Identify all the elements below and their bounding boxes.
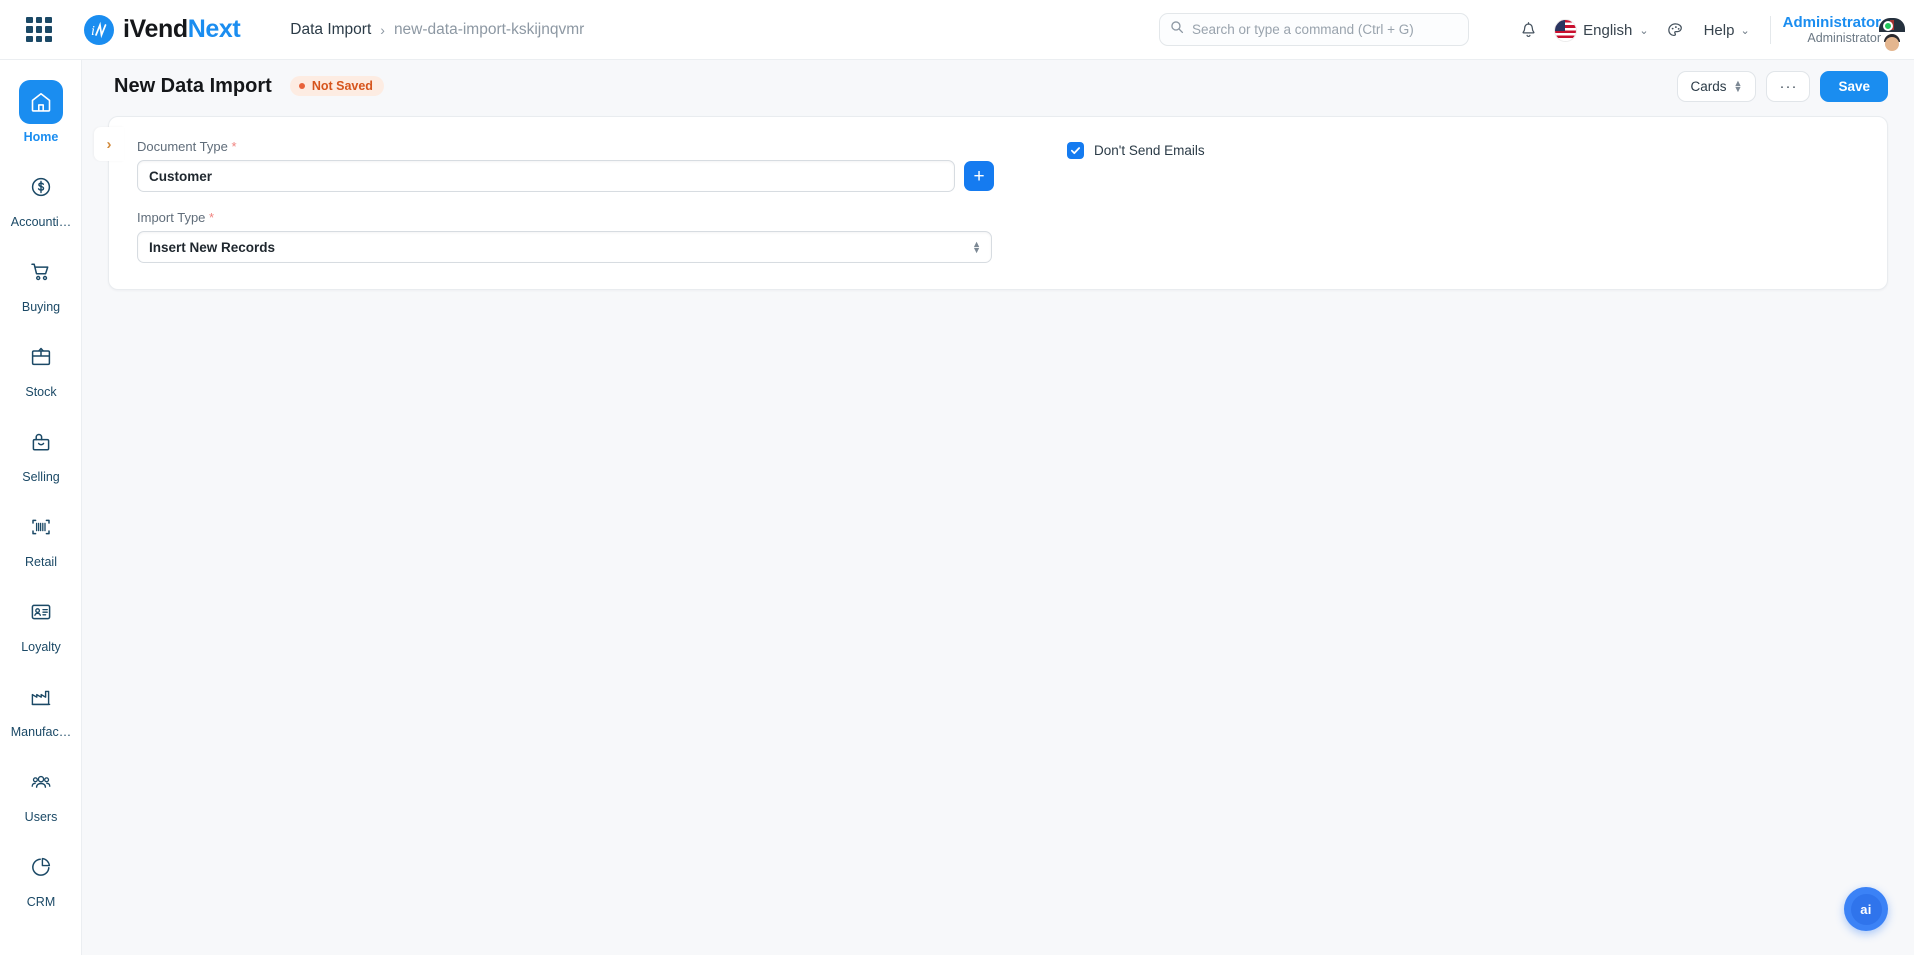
import-type-select-wrap: ▲▼ (137, 231, 992, 263)
status-badge (1883, 21, 1893, 31)
chevron-down-icon: ⌄ (1639, 24, 1649, 37)
navbar-right-group: English ⌄ Help ⌄ Administrator Administr… (1508, 0, 1914, 60)
user-names: Administrator Administrator (1783, 14, 1881, 46)
import-type-label: Import Type * (137, 210, 1025, 225)
field-import-type: Import Type * ▲▼ (137, 210, 1025, 263)
factory-icon (19, 675, 63, 719)
top-navbar: i iVendNext Data Import › new-data-impor… (0, 0, 1914, 60)
sidebar-item-label: Loyalty (21, 640, 61, 654)
required-asterisk: * (209, 210, 215, 225)
sidebar-item-buying[interactable]: Buying (0, 242, 81, 327)
brand-text-part1: iVend (123, 15, 188, 43)
brand-logo[interactable]: i iVendNext (84, 14, 241, 45)
users-icon (19, 760, 63, 804)
user-name: Administrator (1782, 13, 1881, 31)
add-document-type-button[interactable]: + (964, 161, 994, 191)
brand-text-part2: Next (187, 15, 241, 43)
sidebar-item-manufacturing[interactable]: Manufac… (0, 667, 81, 752)
dollar-circle-icon (19, 165, 63, 209)
language-label: English (1583, 21, 1633, 39)
save-button[interactable]: Save (1820, 70, 1888, 102)
sidebar-item-home[interactable]: Home (0, 72, 81, 157)
search-input[interactable] (1192, 22, 1458, 37)
view-mode-label: Cards (1690, 78, 1727, 94)
sidebar-item-label: Manufac… (10, 725, 72, 739)
us-flag-icon (1555, 19, 1577, 41)
sidebar-item-users[interactable]: Users (0, 752, 81, 837)
id-card-icon (19, 590, 63, 634)
sidebar: Home Accounti… Buying Stock Selling Reta… (0, 60, 82, 955)
document-type-label-text: Document Type (137, 139, 228, 154)
form-column-right: Don't Send Emails (1025, 139, 1205, 263)
chevron-down-icon: ⌄ (1740, 24, 1750, 37)
sidebar-item-stock[interactable]: Stock (0, 327, 81, 412)
help-menu[interactable]: Help ⌄ (1696, 22, 1758, 39)
breadcrumb-leaf[interactable]: new-data-import-kskijnqvmr (394, 21, 584, 39)
dont-send-emails-checkbox-row[interactable]: Don't Send Emails (1067, 142, 1205, 159)
user-role: Administrator (1807, 31, 1881, 46)
sidebar-item-retail[interactable]: Retail (0, 497, 81, 582)
notification-bell-icon[interactable] (1508, 21, 1549, 40)
brand-text: iVendNext (123, 15, 241, 44)
collapse-section-chevron-icon[interactable]: › (94, 127, 124, 161)
breadcrumb-separator-icon: › (380, 21, 385, 38)
more-menu-button[interactable]: ··· (1766, 70, 1811, 102)
document-type-input[interactable] (137, 160, 955, 192)
dont-send-emails-label: Don't Send Emails (1094, 143, 1205, 158)
field-document-type: Document Type * + (137, 139, 1025, 192)
status-badge-label: Not Saved (311, 79, 373, 93)
sidebar-item-loyalty[interactable]: Loyalty (0, 582, 81, 667)
sidebar-item-crm[interactable]: CRM (0, 837, 81, 922)
sidebar-item-accounting[interactable]: Accounti… (0, 157, 81, 242)
ai-assistant-label: ai (1850, 893, 1882, 925)
page-header: New Data Import Not Saved Cards ▲ ▼ ··· S… (82, 60, 1914, 112)
barcode-icon (19, 505, 63, 549)
document-type-label: Document Type * (137, 139, 1025, 154)
form-column-left: Document Type * + Import Type * ▲▼ (135, 139, 1025, 263)
sidebar-item-label: Home (23, 130, 59, 144)
global-search[interactable] (1159, 13, 1469, 46)
page-actions: Cards ▲ ▼ ··· Save (1676, 70, 1888, 102)
help-label: Help (1703, 21, 1735, 39)
document-type-row: + (137, 160, 1025, 192)
required-asterisk: * (231, 139, 237, 154)
sidebar-item-label: Users (24, 810, 58, 824)
status-dot-icon (298, 83, 305, 89)
page-content: New Data Import Not Saved Cards ▲ ▼ ··· S… (82, 60, 1914, 955)
apps-grid-icon[interactable] (26, 16, 52, 43)
user-menu[interactable]: Administrator Administrator (1783, 14, 1905, 51)
sidebar-item-label: Stock (25, 385, 57, 399)
sidebar-item-selling[interactable]: Selling (0, 412, 81, 497)
sidebar-item-label: CRM (26, 895, 56, 909)
import-type-label-text: Import Type (137, 210, 206, 225)
breadcrumb-root[interactable]: Data Import (290, 21, 371, 39)
sidebar-item-label: Accounti… (10, 215, 72, 229)
ai-assistant-button[interactable]: ai (1844, 887, 1888, 931)
status-badge-not-saved: Not Saved (289, 76, 384, 96)
sidebar-item-label: Retail (25, 555, 57, 569)
home-icon (19, 80, 63, 124)
palette-icon[interactable] (1655, 21, 1696, 40)
box-icon (19, 335, 63, 379)
view-mode-button[interactable]: Cards ▲ ▼ (1676, 70, 1757, 102)
pie-chart-icon (19, 845, 63, 889)
language-selector[interactable]: English ⌄ (1549, 19, 1654, 41)
navbar-divider (1769, 16, 1771, 44)
shopping-bag-icon (19, 420, 63, 464)
import-type-select[interactable] (137, 231, 992, 263)
shopping-cart-icon (19, 250, 63, 294)
checkbox-checked-icon[interactable] (1067, 142, 1084, 159)
breadcrumb: Data Import › new-data-import-kskijnqvmr (290, 21, 584, 39)
search-icon (1170, 20, 1184, 39)
sidebar-item-label: Buying (21, 300, 61, 314)
stepper-icon: ▲ ▼ (1733, 78, 1743, 94)
in-logo-icon: i (84, 14, 114, 45)
page-title: New Data Import (114, 74, 272, 97)
form-card: › Document Type * + Import Type * (94, 116, 1888, 290)
svg-text:i: i (91, 24, 95, 39)
sidebar-item-label: Selling (22, 470, 60, 484)
